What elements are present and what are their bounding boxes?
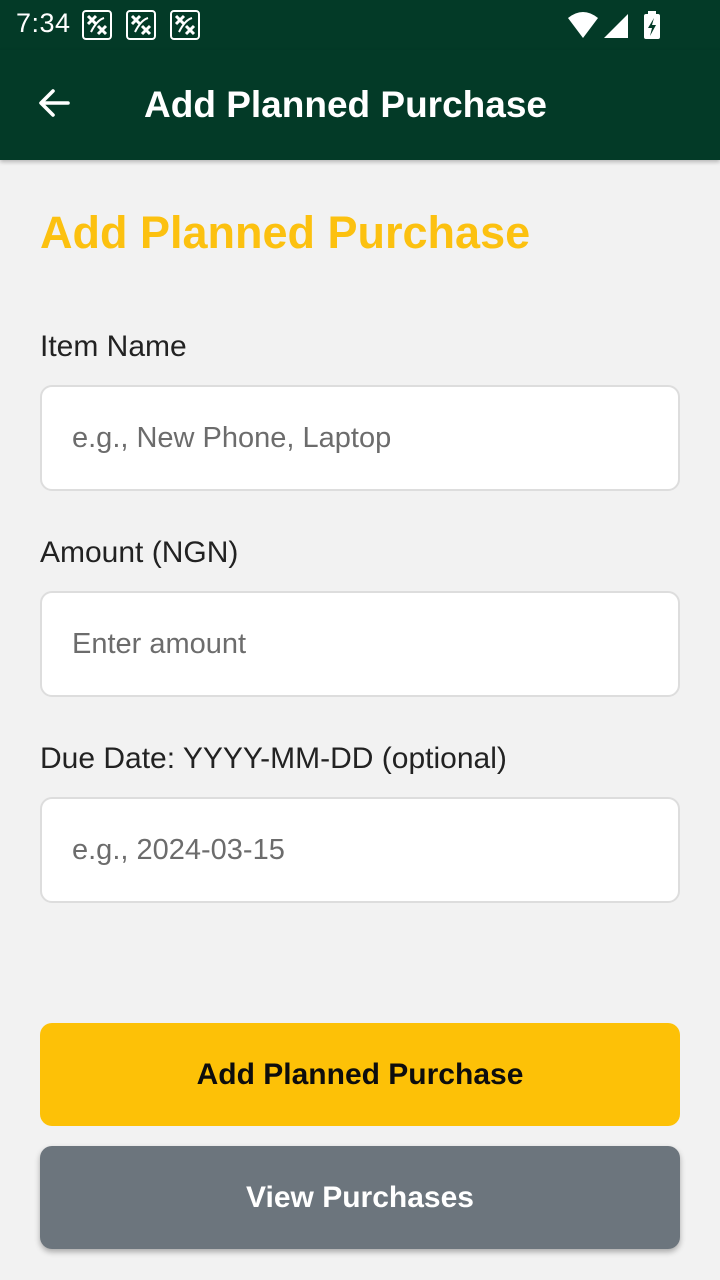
status-time: 7:34 [16,8,71,38]
add-planned-purchase-label: Add Planned Purchase [196,1057,524,1091]
arrow-left-icon [36,85,72,126]
view-purchases-button[interactable]: View Purchases [40,1146,680,1249]
status-bar: 7:34 [0,0,720,50]
app-notification-icon [126,10,156,40]
item-name-input[interactable] [40,385,680,491]
view-purchases-label: View Purchases [246,1180,474,1214]
app-bar-title: Add Planned Purchase [144,84,547,125]
amount-label: Amount (NGN) [40,536,239,569]
app-notification-icon [170,10,200,40]
amount-input[interactable] [40,591,680,697]
app-bar: Add Planned Purchase [0,50,720,160]
due-date-label: Due Date: YYYY-MM-DD (optional) [40,742,507,775]
battery-charging-icon [644,11,660,39]
back-button[interactable] [26,77,82,133]
cellular-signal-icon [604,14,628,38]
page-heading: Add Planned Purchase [40,207,531,258]
due-date-input[interactable] [40,797,680,903]
app-notification-icon [82,10,112,40]
add-planned-purchase-button[interactable]: Add Planned Purchase [40,1023,680,1126]
wifi-icon [568,12,598,38]
item-name-label: Item Name [40,330,187,363]
status-icons [568,10,668,45]
